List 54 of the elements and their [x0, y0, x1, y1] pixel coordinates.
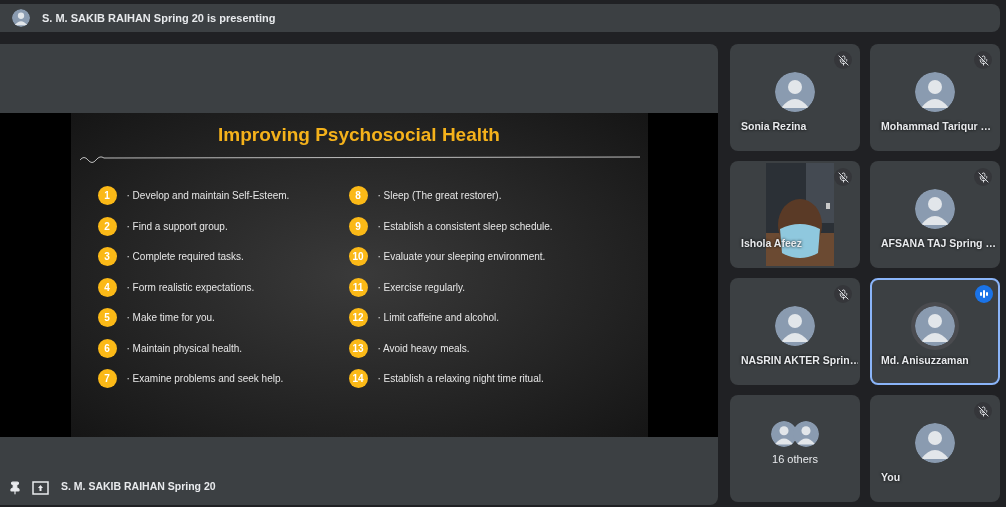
participant-tile[interactable]: Mohammad Tariqur …: [870, 44, 1000, 151]
speaking-icon: [975, 285, 993, 303]
number-badge: 1: [97, 186, 117, 205]
slide-item-text: · Complete required tasks.: [126, 250, 244, 264]
participant-name: Sonia Rezina: [741, 119, 807, 135]
avatar-icon: [915, 422, 955, 463]
others-count: 16 others: [772, 452, 818, 468]
present-screen-icon: [32, 481, 49, 495]
avatar-icon: [915, 71, 955, 112]
number-badge: 11: [348, 277, 368, 297]
number-badge: 14: [348, 369, 368, 388]
participant-name: You: [881, 470, 901, 486]
avatar-icon: [775, 305, 815, 346]
presenter-name: S. M. SAKIB RAIHAN Spring 20: [61, 479, 216, 495]
avatar-icon: [775, 71, 815, 112]
slide-title: Improving Psychosocial Health: [217, 123, 501, 147]
avatar-icon: [915, 188, 955, 229]
number-badge: 3: [97, 247, 117, 266]
banner-text: S. M. SAKIB RAIHAN Spring 20 is presenting: [42, 10, 276, 26]
number-badge: 4: [97, 277, 117, 297]
slide-item-text: · Establish a relaxing night time ritual.: [377, 372, 544, 386]
slide-item-text: · Maintain physical health.: [126, 341, 243, 356]
avatar-icon: [12, 9, 30, 27]
number-badge: 7: [97, 369, 117, 388]
number-badge: 10: [348, 247, 368, 266]
slide-item-text: · Limit caffeine and alcohol.: [377, 311, 500, 325]
slide-item-text: · Find a support group.: [126, 219, 228, 234]
slide-item-text: · Avoid heavy meals.: [377, 341, 470, 356]
avatar-icon: [771, 421, 797, 448]
pin-icon[interactable]: [8, 481, 22, 495]
participant-name: AFSANA TAJ Spring …: [881, 236, 996, 252]
slide-item-text: · Form realistic expectations.: [126, 280, 255, 295]
participant-tile[interactable]: You: [870, 395, 1000, 502]
number-badge: 2: [97, 216, 117, 236]
participant-tile[interactable]: 16 others: [730, 395, 860, 502]
slide-item-text: · Examine problems and seek help.: [126, 372, 284, 386]
number-badge: 12: [348, 308, 368, 327]
slide-item-text: · Develop and maintain Self-Esteem.: [126, 189, 290, 203]
participant-tile[interactable]: Sonia Rezina: [730, 44, 860, 151]
slide-item-text: · Exercise regularly.: [377, 280, 466, 295]
participant-tile[interactable]: Md. Anisuzzaman: [870, 278, 1000, 385]
participant-tile[interactable]: AFSANA TAJ Spring …: [870, 161, 1000, 268]
number-badge: 8: [348, 186, 368, 205]
participant-name: Md. Anisuzzaman: [881, 353, 969, 369]
number-badge: 13: [348, 338, 368, 358]
slide-item-text: · Evaluate your sleeping environment.: [377, 250, 546, 264]
number-badge: 9: [348, 216, 368, 236]
participant-name: Mohammad Tariqur …: [881, 119, 992, 135]
number-badge: 5: [97, 308, 117, 327]
avatar-icon: [793, 421, 819, 448]
number-badge: 6: [97, 338, 117, 358]
slide-item-text: · Sleep (The great restorer).: [377, 189, 502, 203]
slide-item-text: · Establish a consistent sleep schedule.: [377, 219, 553, 234]
slide-item-text: · Make time for you.: [126, 311, 215, 325]
